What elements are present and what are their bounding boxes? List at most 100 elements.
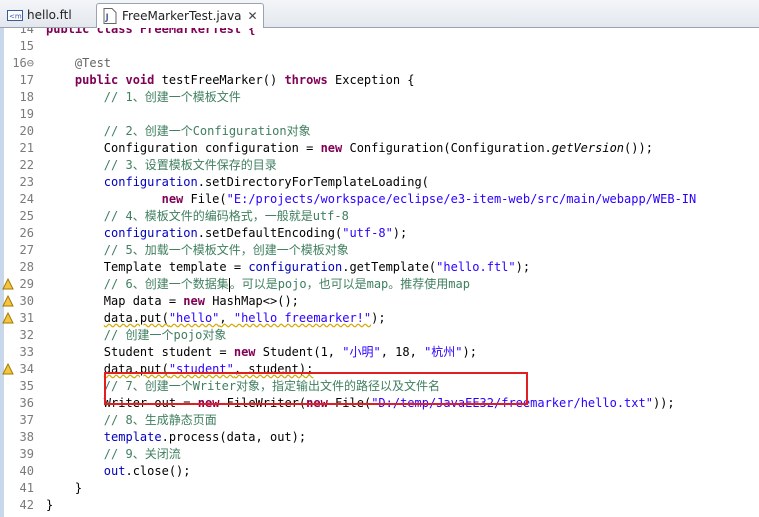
warning-icon[interactable] <box>2 277 14 291</box>
line-number: 32 <box>19 328 34 342</box>
line-number: 36 <box>19 396 34 410</box>
line-number: 39 <box>19 447 34 461</box>
code-comment: 。可以是pojo，也可以是map。推荐使用map <box>229 277 470 291</box>
code-text: .put( <box>132 311 169 325</box>
code-text: Map <box>103 294 133 308</box>
line-number: 41 <box>19 481 34 495</box>
code-line-14: 14 public class FreeMarkerTest { <box>0 28 759 38</box>
code-text: )); <box>652 396 675 410</box>
code-line-29: 29 // 6、创建一个数据集。可以是pojo，也可以是map。推荐使用map <box>0 276 759 293</box>
tab-hello-ftl[interactable]: <m> hello.ftl <box>2 3 92 27</box>
code-line-19: 19 <box>0 106 759 123</box>
code-text: data <box>103 311 133 325</box>
code-line-31: 31 data.put("hello", "hello freemarker!"… <box>0 310 759 327</box>
code-line-32: 32 // 创建一个pojo对象 <box>0 327 759 344</box>
code-line-30: 30 Map data = new HashMap<>(); <box>0 293 759 310</box>
warning-icon[interactable] <box>2 362 14 376</box>
code-text: } <box>46 498 54 512</box>
code-text: Student <box>103 345 162 359</box>
editor-tab-bar: <m> hello.ftl J FreeMarkerTest.java ✕ <box>0 0 759 28</box>
code-text: Configuration(Configuration. <box>342 141 552 155</box>
code-text: = <box>226 260 249 274</box>
line-number: 20 <box>19 124 34 138</box>
code-editor[interactable]: 14 public class FreeMarkerTest { 15 16⊖ @… <box>0 28 759 517</box>
line-number: 42 <box>19 498 34 512</box>
line-number: 26 <box>19 226 34 240</box>
code-text: configuration <box>103 226 198 240</box>
line-number[interactable]: 16⊖ <box>6 55 34 72</box>
code-string: "hello.ftl" <box>436 260 516 274</box>
svg-text:J: J <box>105 13 109 23</box>
code-text: new <box>161 192 184 206</box>
code-text: getVersion <box>551 141 625 155</box>
code-text: student <box>161 345 213 359</box>
code-text: = <box>212 345 234 359</box>
close-icon[interactable]: ✕ <box>248 9 258 23</box>
code-comment: // 6、创建一个数据集 <box>103 277 229 291</box>
code-text: , <box>219 311 234 325</box>
code-text: Exception { <box>327 73 415 87</box>
code-text: Student(1, <box>255 345 343 359</box>
line-number: 21 <box>19 141 34 155</box>
code-line-37: 37 // 8、生成静态页面 <box>0 412 759 429</box>
java-file-icon: J <box>102 8 118 24</box>
code-comment: // 5、加载一个模板文件，创建一个模板对象 <box>103 243 349 257</box>
tab-freemarkertest-java[interactable]: J FreeMarkerTest.java ✕ <box>96 3 264 28</box>
code-text: template <box>103 430 162 444</box>
code-comment: // 2、创建一个Configuration对象 <box>103 124 311 138</box>
code-line-21: 21 Configuration configuration = new Con… <box>0 140 759 157</box>
line-number: 19 <box>19 107 34 121</box>
code-string: "hello" <box>168 311 220 325</box>
code-text: testFreeMarker() <box>154 73 285 87</box>
code-line-22: 22 // 3、设置模板文件保存的目录 <box>0 157 759 174</box>
code-text: new <box>183 294 205 308</box>
code-line-40: 40 out.close(); <box>0 463 759 480</box>
code-text: .setDirectoryForTemplateLoading( <box>197 175 429 189</box>
code-text: = <box>161 294 184 308</box>
line-number: 28 <box>19 260 34 274</box>
code-text: out <box>103 464 126 478</box>
code-comment: // 4、模板文件的编码格式，一般就是utf-8 <box>103 209 349 223</box>
code-comment: // 9、关闭流 <box>103 447 181 461</box>
code-line-41: 41 } <box>0 480 759 497</box>
code-text: throws <box>284 73 328 87</box>
code-text: new <box>320 141 343 155</box>
line-number: 27 <box>19 243 34 257</box>
code-text: ); <box>392 226 408 240</box>
line-number: 18 <box>19 90 34 104</box>
warning-icon[interactable] <box>2 311 14 325</box>
ftl-file-icon: <m> <box>7 7 23 23</box>
code-text: = <box>298 141 321 155</box>
line-number: 33 <box>19 345 34 359</box>
warning-icon[interactable] <box>2 294 14 308</box>
code-line-15: 15 <box>0 38 759 55</box>
tab-label: hello.ftl <box>27 8 72 22</box>
code-text: template <box>168 260 227 274</box>
code-text: Configuration <box>103 141 205 155</box>
code-string: "小明" <box>342 345 381 359</box>
code-text: .close(); <box>125 464 191 478</box>
code-text: data <box>132 294 162 308</box>
code-line-24: 24 new File("E:/projects/workspace/eclip… <box>0 191 759 208</box>
code-text: ()); <box>624 141 653 155</box>
code-text: public void <box>74 73 155 87</box>
code-line-27: 27 // 5、加载一个模板文件，创建一个模板对象 <box>0 242 759 259</box>
line-number: 15 <box>19 39 34 53</box>
code-comment: // 1、创建一个模板文件 <box>103 90 241 104</box>
code-string: "杭州" <box>424 345 463 359</box>
code-text: .process(data, out); <box>161 430 307 444</box>
code-line-26: 26 configuration.setDefaultEncoding("utf… <box>0 225 759 242</box>
code-string: "hello freemarker!" <box>233 311 372 325</box>
code-text: .getTemplate( <box>342 260 437 274</box>
code-line-39: 39 // 9、关闭流 <box>0 446 759 463</box>
code-text: } <box>74 481 83 495</box>
code-line-33: 33 Student student = new Student(1, "小明"… <box>0 344 759 361</box>
code-line-20: 20 // 2、创建一个Configuration对象 <box>0 123 759 140</box>
code-text: , 18, <box>380 345 425 359</box>
code-text: new <box>233 345 256 359</box>
code-text: @Test <box>74 56 112 70</box>
line-number: 14 <box>19 28 34 36</box>
code-comment: // 3、设置模板文件保存的目录 <box>103 158 277 172</box>
line-number: 25 <box>19 209 34 223</box>
code-text: HashMap<>(); <box>204 294 299 308</box>
